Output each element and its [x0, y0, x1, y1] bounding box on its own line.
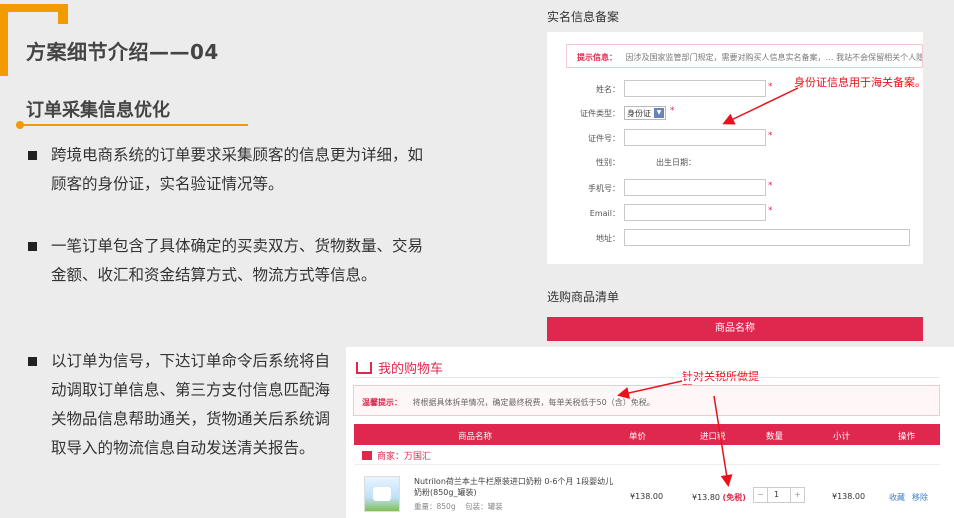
arrow-to-warn	[617, 380, 683, 399]
arrow-to-tax	[713, 395, 733, 487]
arrow-to-idno	[722, 87, 799, 125]
annotation-arrows	[617, 87, 799, 487]
